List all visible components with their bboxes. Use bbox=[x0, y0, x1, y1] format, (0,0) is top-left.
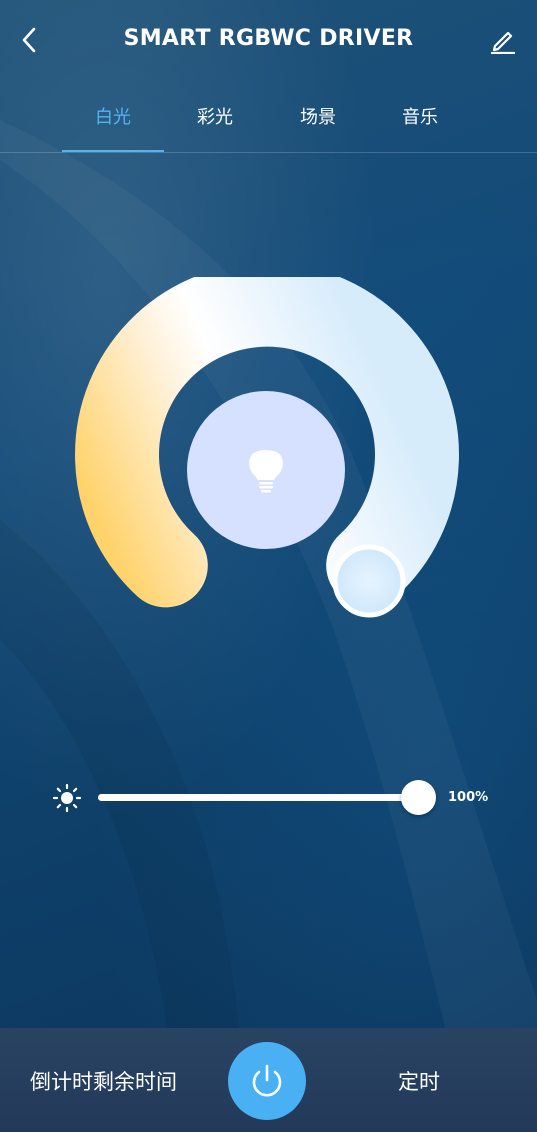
color-temperature-handle[interactable] bbox=[332, 544, 406, 618]
active-tab-indicator bbox=[62, 150, 164, 152]
brightness-slider[interactable] bbox=[98, 780, 436, 815]
power-icon bbox=[252, 1064, 282, 1097]
color-temperature-dial bbox=[72, 262, 462, 622]
sun-icon bbox=[52, 783, 82, 813]
brightness-slider-fill bbox=[98, 794, 418, 801]
brightness-value: 100% bbox=[448, 790, 489, 805]
brightness-slider-thumb[interactable] bbox=[401, 780, 436, 815]
timer-button[interactable]: 定时 bbox=[398, 1066, 440, 1096]
edit-button[interactable] bbox=[483, 20, 523, 60]
mode-tabs: 白光 彩光 场景 音乐 bbox=[0, 96, 537, 153]
page-title: SMART RGBWC DRIVER bbox=[123, 26, 414, 51]
bottom-bar: 倒计时剩余时间 定时 bbox=[0, 1028, 537, 1132]
top-bar: SMART RGBWC DRIVER bbox=[0, 0, 537, 80]
tab-scene[interactable]: 场景 bbox=[267, 96, 369, 152]
power-button[interactable] bbox=[228, 1042, 306, 1120]
tab-white-light[interactable]: 白光 bbox=[62, 96, 164, 152]
pencil-icon bbox=[491, 31, 515, 54]
app-screen: SMART RGBWC DRIVER 白光 彩光 场景 音乐 100% 倒计时剩… bbox=[0, 0, 537, 1132]
countdown-remaining-label: 倒计时剩余时间 bbox=[30, 1070, 177, 1094]
tab-music[interactable]: 音乐 bbox=[369, 96, 471, 152]
brightness-control: 100% bbox=[52, 780, 522, 816]
tab-color-light[interactable]: 彩光 bbox=[164, 96, 266, 152]
